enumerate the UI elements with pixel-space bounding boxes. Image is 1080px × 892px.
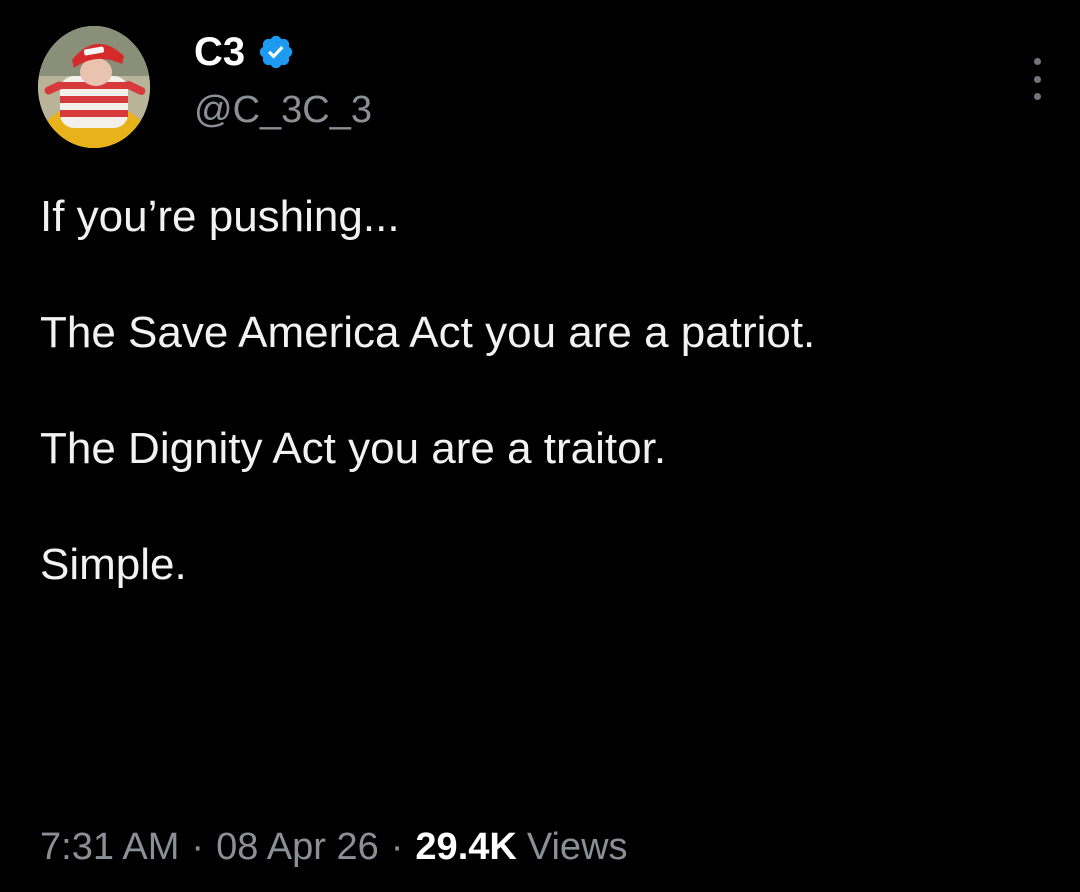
tweet-card: C3 @C_3C_3 If you’re pushing... The Save… [0, 0, 1080, 892]
verified-badge-icon [257, 33, 295, 71]
tweet-time[interactable]: 7:31 AM [40, 826, 179, 868]
tweet-paragraph: Simple. [40, 540, 187, 589]
tweet-paragraph: The Dignity Act you are a traitor. [40, 424, 667, 473]
author-identity: C3 @C_3C_3 [194, 28, 372, 132]
more-vertical-icon[interactable] [1028, 58, 1046, 100]
dot [1033, 75, 1041, 83]
tweet-header: C3 @C_3C_3 [38, 26, 372, 148]
tweet-paragraph: The Save America Act you are a patriot. [40, 308, 816, 357]
dot [1033, 93, 1041, 100]
tweet-date[interactable]: 08 Apr 26 [216, 826, 379, 868]
avatar-image [38, 26, 150, 148]
avatar[interactable] [38, 26, 150, 148]
dot [1033, 58, 1041, 65]
tweet-paragraph: If you’re pushing... [40, 192, 400, 241]
meta-separator: · [191, 826, 205, 868]
tweet-text: If you’re pushing... The Save America Ac… [40, 188, 1040, 594]
tweet-meta: 7:31 AM · 08 Apr 26 · 29.4K Views [40, 822, 628, 872]
author-handle[interactable]: @C_3C_3 [194, 88, 372, 132]
views-count[interactable]: 29.4K [415, 826, 516, 868]
display-name[interactable]: C3 [194, 28, 245, 76]
views-label: Views [526, 826, 628, 868]
name-row: C3 [194, 28, 372, 76]
meta-separator: · [390, 826, 404, 868]
